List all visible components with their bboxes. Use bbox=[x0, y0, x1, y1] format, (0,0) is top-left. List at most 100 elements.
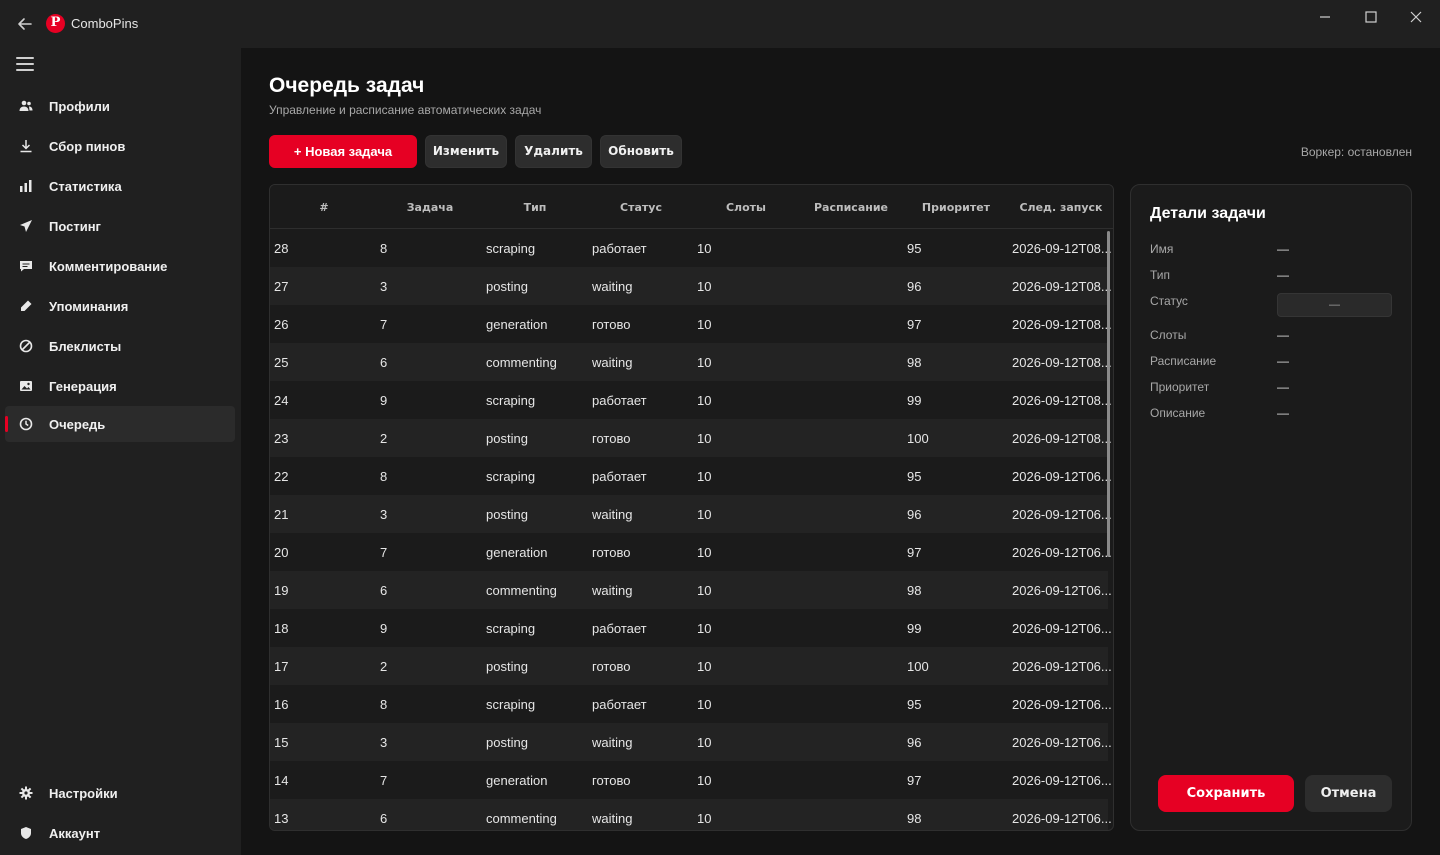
detail-label-schedule: Расписание bbox=[1150, 354, 1217, 368]
worker-status: Воркер: остановлен bbox=[1300, 145, 1412, 159]
sidebar-item-generation[interactable]: Генерация bbox=[5, 368, 235, 404]
page-subtitle: Управление и расписание автоматических з… bbox=[269, 103, 542, 117]
table-header: # Задача Тип Статус Слоты Расписание При… bbox=[270, 185, 1113, 229]
sidebar-item-mentions[interactable]: Упоминания bbox=[5, 288, 235, 324]
cell-task: 2 bbox=[380, 659, 388, 674]
detail-value-priority[interactable]: — bbox=[1277, 380, 1289, 394]
table-row[interactable]: 19 6 commenting waiting 10 98 2026-09-12T06... bbox=[270, 571, 1112, 609]
table-scrollbar[interactable] bbox=[1107, 231, 1110, 557]
table-row[interactable]: 26 7 generation готово 10 97 2026-09-12T08... bbox=[270, 305, 1112, 343]
image-icon bbox=[20, 381, 32, 391]
cell-task: 6 bbox=[380, 355, 388, 370]
cell-type: generation bbox=[486, 545, 548, 560]
column-header-schedule[interactable]: Расписание bbox=[806, 201, 896, 214]
hamburger-menu-icon[interactable] bbox=[16, 57, 34, 71]
close-icon bbox=[1410, 11, 1422, 23]
task-details-panel: Детали задачи Имя — Тип — Статус — Слоты… bbox=[1130, 184, 1412, 831]
table-row[interactable]: 23 2 posting готово 10 100 2026-09-12T08... bbox=[270, 419, 1112, 457]
cell-id: 19 bbox=[274, 583, 289, 598]
column-header-priority[interactable]: Приоритет bbox=[915, 201, 997, 214]
cell-id: 18 bbox=[274, 621, 289, 636]
cell-type: commenting bbox=[486, 583, 557, 598]
table-row[interactable]: 27 3 posting waiting 10 96 2026-09-12T08... bbox=[270, 267, 1112, 305]
save-button[interactable]: Сохранить bbox=[1158, 775, 1294, 812]
table-row[interactable]: 24 9 scraping работает 10 99 2026-09-12T08... bbox=[270, 381, 1112, 419]
close-button[interactable] bbox=[1393, 0, 1439, 34]
minimize-icon bbox=[1320, 16, 1330, 18]
column-header-slots[interactable]: Слоты bbox=[706, 201, 786, 214]
sidebar-item-label: Сбор пинов bbox=[49, 139, 126, 154]
cell-id: 20 bbox=[274, 545, 289, 560]
column-header-type[interactable]: Тип bbox=[495, 201, 575, 214]
sidebar-item-queue[interactable]: Очередь bbox=[5, 406, 235, 442]
cell-status: готово bbox=[592, 773, 631, 788]
sidebar-item-statistics[interactable]: Статистика bbox=[5, 168, 235, 204]
column-header-next-run[interactable]: След. запуск bbox=[1015, 201, 1107, 214]
detail-value-name[interactable]: — bbox=[1277, 242, 1289, 256]
new-task-button[interactable]: + Новая задача bbox=[269, 135, 417, 168]
cell-type: commenting bbox=[486, 811, 557, 826]
cell-status: работает bbox=[592, 469, 647, 484]
detail-value-schedule[interactable]: — bbox=[1277, 354, 1289, 368]
cell-next-run: 2026-09-12T08... bbox=[1012, 431, 1112, 446]
cell-next-run: 2026-09-12T08... bbox=[1012, 279, 1112, 294]
cell-type: scraping bbox=[486, 697, 536, 712]
detail-value-slots[interactable]: — bbox=[1277, 328, 1289, 342]
cell-slots: 10 bbox=[697, 507, 712, 522]
edit-button[interactable]: Изменить bbox=[425, 135, 507, 168]
maximize-button[interactable] bbox=[1348, 0, 1394, 34]
column-header-status[interactable]: Статус bbox=[601, 201, 681, 214]
detail-value-description[interactable]: — bbox=[1277, 406, 1289, 420]
cell-status: работает bbox=[592, 621, 647, 636]
sidebar-item-commenting[interactable]: Комментирование bbox=[5, 248, 235, 284]
cell-priority: 97 bbox=[907, 545, 922, 560]
cell-status: работает bbox=[592, 697, 647, 712]
sidebar-item-posting[interactable]: Постинг bbox=[5, 208, 235, 244]
table-row[interactable]: 18 9 scraping работает 10 99 2026-09-12T06... bbox=[270, 609, 1112, 647]
send-icon bbox=[20, 220, 32, 232]
cell-next-run: 2026-09-12T06... bbox=[1012, 811, 1112, 826]
sidebar-item-label: Блеклисты bbox=[49, 339, 122, 354]
detail-value-type[interactable]: — bbox=[1277, 268, 1289, 282]
cell-type: posting bbox=[486, 507, 528, 522]
table-row[interactable]: 13 6 commenting waiting 10 98 2026-09-12T06... bbox=[270, 799, 1112, 830]
table-row[interactable]: 14 7 generation готово 10 97 2026-09-12T06... bbox=[270, 761, 1112, 799]
cell-slots: 10 bbox=[697, 583, 712, 598]
table-row[interactable]: 15 3 posting waiting 10 96 2026-09-12T06... bbox=[270, 723, 1112, 761]
cell-type: scraping bbox=[486, 241, 536, 256]
sidebar-item-blacklists[interactable]: Блеклисты bbox=[5, 328, 235, 364]
table-row[interactable]: 28 8 scraping работает 10 95 2026-09-12T08... bbox=[270, 229, 1112, 267]
delete-button[interactable]: Удалить bbox=[515, 135, 592, 168]
refresh-button[interactable]: Обновить bbox=[600, 135, 682, 168]
sidebar-item-profiles[interactable]: Профили bbox=[5, 88, 235, 124]
sidebar-item-account[interactable]: Аккаунт bbox=[5, 815, 235, 851]
cell-slots: 10 bbox=[697, 393, 712, 408]
cell-task: 3 bbox=[380, 279, 388, 294]
cell-status: работает bbox=[592, 241, 647, 256]
cancel-button[interactable]: Отмена bbox=[1305, 775, 1392, 812]
title-bar: ComboPins bbox=[0, 0, 1440, 48]
table-row[interactable]: 20 7 generation готово 10 97 2026-09-12T06... bbox=[270, 533, 1112, 571]
table-row[interactable]: 17 2 posting готово 10 100 2026-09-12T06... bbox=[270, 647, 1112, 685]
cell-type: posting bbox=[486, 431, 528, 446]
cell-id: 23 bbox=[274, 431, 289, 446]
users-icon bbox=[19, 100, 33, 111]
column-header-task[interactable]: Задача bbox=[390, 201, 470, 214]
cell-slots: 10 bbox=[697, 735, 712, 750]
table-row[interactable]: 25 6 commenting waiting 10 98 2026-09-12T08... bbox=[270, 343, 1112, 381]
clock-icon bbox=[19, 417, 33, 431]
cell-type: posting bbox=[486, 279, 528, 294]
table-row[interactable]: 16 8 scraping работает 10 95 2026-09-12T06... bbox=[270, 685, 1112, 723]
back-arrow-icon[interactable] bbox=[14, 13, 36, 35]
cell-task: 6 bbox=[380, 811, 388, 826]
sidebar-item-settings[interactable]: Настройки bbox=[5, 775, 235, 811]
status-dropdown[interactable]: — bbox=[1277, 293, 1392, 317]
minimize-button[interactable] bbox=[1302, 0, 1348, 34]
table-row[interactable]: 22 8 scraping работает 10 95 2026-09-12T06... bbox=[270, 457, 1112, 495]
cell-slots: 10 bbox=[697, 545, 712, 560]
table-row[interactable]: 21 3 posting waiting 10 96 2026-09-12T06... bbox=[270, 495, 1112, 533]
sidebar-item-pin-collection[interactable]: Сбор пинов bbox=[5, 128, 235, 164]
cell-task: 2 bbox=[380, 431, 388, 446]
cell-id: 22 bbox=[274, 469, 289, 484]
column-header-id[interactable]: # bbox=[318, 201, 330, 214]
